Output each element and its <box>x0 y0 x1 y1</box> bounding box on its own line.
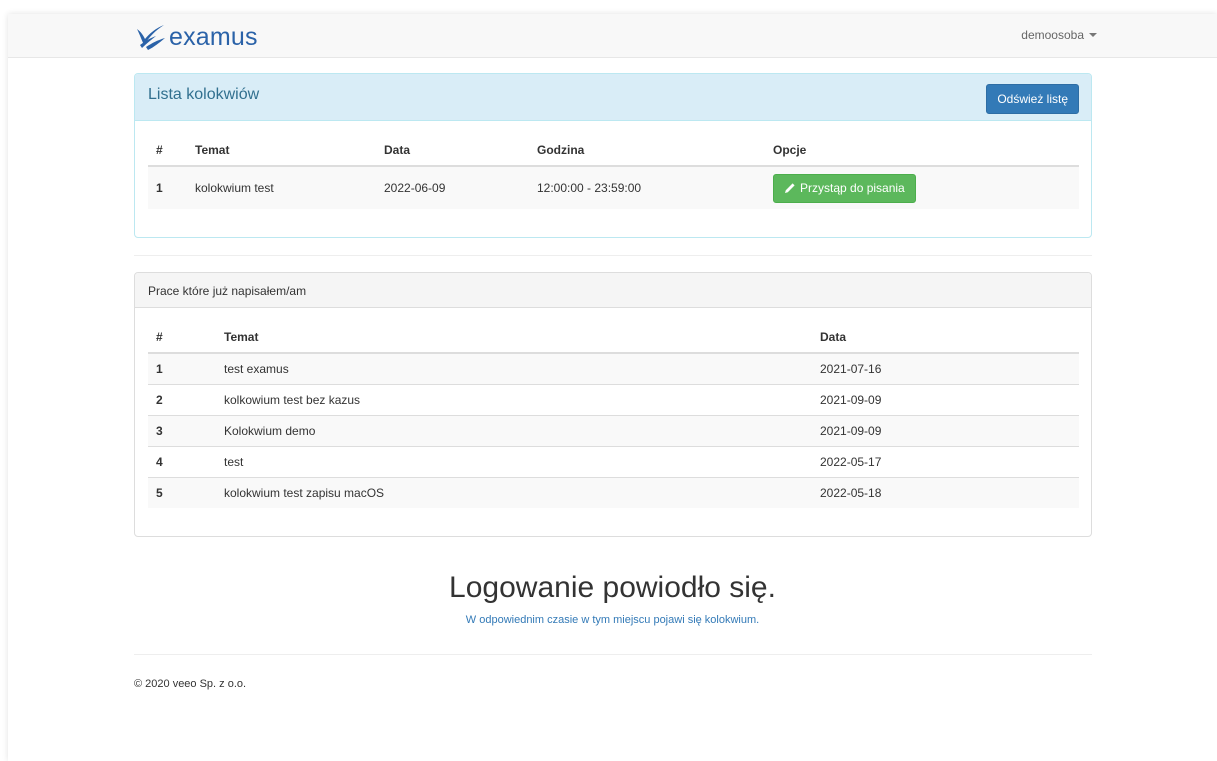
login-success-title: Logowanie powiodło się. <box>449 571 776 604</box>
row-topic: test examus <box>216 353 812 384</box>
top-navbar: examus demoosoba <box>8 14 1217 58</box>
start-writing-label: Przystąp do pisania <box>800 181 905 195</box>
exam-list-section: Lista kolokwiów Odśwież listę # Temat Da… <box>134 73 1092 238</box>
col-header-topic: Temat <box>187 134 376 167</box>
exam-table: # Temat Data Godzina Opcje 1 kolokwium t… <box>148 134 1079 209</box>
col-header-time: Godzina <box>529 134 765 167</box>
login-success-message: Logowanie powiodło się. W odpowiednim cz… <box>8 571 1217 626</box>
row-num: 2 <box>148 383 216 415</box>
start-writing-button[interactable]: Przystąp do pisania <box>773 173 916 203</box>
user-name: demoosoba <box>1021 28 1084 42</box>
row-num: 3 <box>148 414 216 446</box>
row-date: 2021-09-09 <box>812 414 1079 446</box>
row-time: 12:00:00 - 23:59:00 <box>529 166 765 209</box>
exam-list-title: Lista kolokwiów <box>148 86 260 103</box>
table-row: 3 Kolokwium demo 2021-09-09 <box>148 414 1079 446</box>
user-dropdown[interactable]: demoosoba <box>1021 28 1097 42</box>
row-date: 2021-07-16 <box>812 353 1079 384</box>
row-topic: Kolokwium demo <box>216 414 812 446</box>
table-row: 1 kolokwium test 2022-06-09 12:00:00 - 2… <box>148 166 1079 209</box>
completed-works-section: Prace które już napisałem/am # Temat Dat… <box>134 272 1092 537</box>
refresh-list-button[interactable]: Odśwież listę <box>986 84 1079 114</box>
brand-logo[interactable]: examus <box>134 23 258 51</box>
footer-divider <box>134 654 1092 655</box>
row-topic: kolokwium test zapisu macOS <box>216 476 812 508</box>
examus-logo-icon <box>137 25 165 50</box>
table-row: 5 kolokwium test zapisu macOS 2022-05-18 <box>148 476 1079 508</box>
completed-works-panel: Prace które już napisałem/am # Temat Dat… <box>134 272 1092 537</box>
caret-down-icon <box>1089 33 1097 37</box>
row-date: 2021-09-09 <box>812 383 1079 415</box>
completed-works-title: Prace które już napisałem/am <box>135 273 1091 308</box>
row-date: 2022-06-09 <box>376 166 529 209</box>
section-divider <box>134 255 1092 256</box>
exam-list-header: Lista kolokwiów Odśwież listę <box>135 74 1091 121</box>
col-header-num: # <box>148 321 216 354</box>
pencil-icon <box>785 183 795 193</box>
footer-copyright: © 2020 veeo Sp. z o.o. <box>134 678 247 690</box>
login-success-subtitle: W odpowiednim czasie w tym miejscu pojaw… <box>465 614 760 626</box>
row-num: 1 <box>148 353 216 384</box>
row-topic: kolokwium test <box>187 166 376 209</box>
row-date: 2022-05-18 <box>812 476 1079 508</box>
row-date: 2022-05-17 <box>812 445 1079 477</box>
brand-name: examus <box>169 23 258 51</box>
row-num: 4 <box>148 445 216 477</box>
completed-works-table: # Temat Data 1 test examus 2021-07-16 2 <box>148 321 1079 508</box>
table-row: 4 test 2022-05-17 <box>148 445 1079 477</box>
col-header-topic: Temat <box>216 321 812 354</box>
table-row: 1 test examus 2021-07-16 <box>148 353 1079 384</box>
exam-list-panel: Lista kolokwiów Odśwież listę # Temat Da… <box>134 73 1092 238</box>
col-header-options: Opcje <box>765 134 1079 167</box>
table-row: 2 kolkowium test bez kazus 2021-09-09 <box>148 383 1079 415</box>
col-header-date: Data <box>376 134 529 167</box>
row-topic: test <box>216 445 812 477</box>
row-options: Przystąp do pisania <box>765 166 1079 209</box>
col-header-num: # <box>148 134 187 167</box>
col-header-date: Data <box>812 321 1079 354</box>
row-topic: kolkowium test bez kazus <box>216 383 812 415</box>
row-num: 1 <box>148 166 187 209</box>
browser-page: examus demoosoba Lista kolokwiów Odśwież… <box>8 14 1217 761</box>
row-num: 5 <box>148 476 216 508</box>
